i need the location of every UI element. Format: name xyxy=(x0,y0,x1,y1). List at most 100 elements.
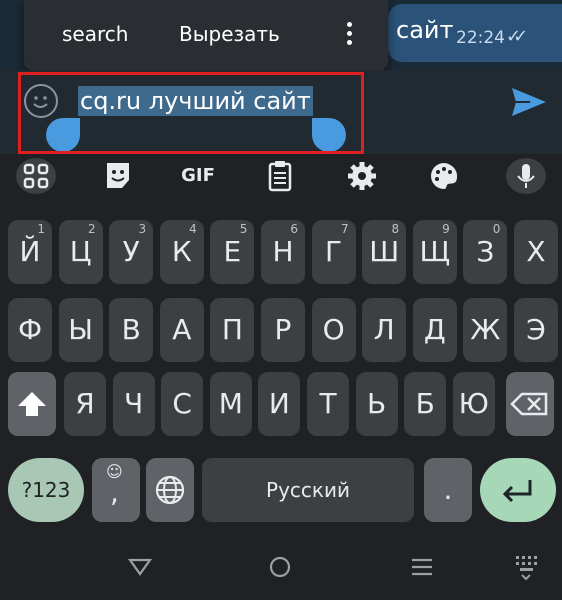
key-9-r1-label: З xyxy=(476,235,495,268)
key-0-r1[interactable]: Й1 xyxy=(8,220,52,284)
key-0-r3[interactable]: Я xyxy=(64,372,106,436)
key-6-r3-label: Ь xyxy=(366,387,387,420)
key-2-r3-label: С xyxy=(172,387,192,420)
key-4-r2[interactable]: П xyxy=(210,298,255,362)
key-0-r1-hint: 1 xyxy=(37,222,45,236)
key-2-r2[interactable]: В xyxy=(109,298,154,362)
key-3-r1-hint: 4 xyxy=(189,222,197,236)
key-5-r3[interactable]: Т xyxy=(307,372,349,436)
gif-icon[interactable]: GIF xyxy=(178,158,218,194)
key-5-r3-label: Т xyxy=(319,387,337,420)
key-4-r1-hint: 5 xyxy=(239,222,248,236)
microphone-icon[interactable] xyxy=(506,158,546,194)
key-0-r2[interactable]: Ф xyxy=(8,298,52,362)
comma-key[interactable]: ☺ , xyxy=(92,458,140,522)
key-7-r1-hint: 8 xyxy=(391,222,400,236)
key-5-r1-hint: 6 xyxy=(290,222,298,236)
clipboard-icon[interactable] xyxy=(260,158,300,194)
settings-icon[interactable] xyxy=(342,158,382,194)
key-1-r3-label: Ч xyxy=(123,387,144,420)
space-key[interactable]: Русский xyxy=(202,458,414,522)
key-3-r1[interactable]: К4 xyxy=(159,220,204,284)
key-0-r1-label: Й xyxy=(19,235,41,268)
key-4-r1[interactable]: Е5 xyxy=(210,220,255,284)
key-2-r1[interactable]: У3 xyxy=(109,220,154,284)
shift-key[interactable] xyxy=(8,372,56,436)
key-8-r2[interactable]: Д xyxy=(412,298,457,362)
key-4-r3[interactable]: И xyxy=(258,372,301,436)
key-3-r2-label: А xyxy=(172,313,192,346)
key-7-r2[interactable]: Л xyxy=(362,298,407,362)
recents-icon[interactable] xyxy=(402,552,442,588)
key-0-r3-label: Я xyxy=(75,387,95,420)
key-2-r1-label: У xyxy=(122,235,140,268)
key-6-r3[interactable]: Ь xyxy=(355,372,398,436)
backspace-key[interactable] xyxy=(506,372,554,436)
key-9-r2-label: Ж xyxy=(470,313,501,346)
key-4-r1-label: Е xyxy=(223,235,242,268)
key-6-r2-label: О xyxy=(322,313,345,346)
key-4-r3-label: И xyxy=(268,387,290,420)
key-8-r1-label: Щ xyxy=(419,235,451,268)
key-5-r1[interactable]: Н6 xyxy=(261,220,305,284)
key-6-r2[interactable]: О xyxy=(311,298,356,362)
keyboard-switch-icon[interactable] xyxy=(506,552,546,588)
key-5-r2[interactable]: Р xyxy=(261,298,305,362)
key-3-r3[interactable]: М xyxy=(209,372,252,436)
key-10-r1[interactable]: Х xyxy=(514,220,558,284)
read-checks-icon: ✓✓ xyxy=(506,26,528,47)
send-icon[interactable] xyxy=(508,86,548,118)
language-key[interactable] xyxy=(146,458,194,522)
key-4-r2-label: П xyxy=(221,313,243,346)
key-1-r1-hint: 2 xyxy=(87,222,96,236)
key-10-r2-label: Э xyxy=(526,313,546,346)
key-8-r3[interactable]: Ю xyxy=(452,372,495,436)
key-8-r2-label: Д xyxy=(423,313,446,346)
key-7-r2-label: Л xyxy=(373,313,395,346)
key-8-r1-hint: 9 xyxy=(442,222,450,236)
symbols-key[interactable]: ?123 xyxy=(8,458,84,522)
key-6-r1[interactable]: Г7 xyxy=(311,220,356,284)
key-0-r2-label: Ф xyxy=(17,313,43,346)
key-1-r3[interactable]: Ч xyxy=(112,372,155,436)
key-7-r1[interactable]: Ш8 xyxy=(362,220,407,284)
key-3-r3-label: М xyxy=(218,387,243,420)
key-3-r1-label: К xyxy=(171,235,192,268)
key-2-r1-hint: 3 xyxy=(138,222,147,236)
key-8-r1[interactable]: Щ9 xyxy=(412,220,457,284)
key-1-r1[interactable]: Ц2 xyxy=(58,220,103,284)
palette-icon[interactable] xyxy=(424,158,464,194)
text-selection-menu: search Вырезать xyxy=(24,0,388,70)
key-7-r3[interactable]: Б xyxy=(404,372,447,436)
highlight-box xyxy=(18,72,364,154)
key-9-r2[interactable]: Ж xyxy=(463,298,508,362)
period-key[interactable]: . xyxy=(424,458,472,522)
key-10-r2[interactable]: Э xyxy=(514,298,558,362)
back-icon[interactable] xyxy=(120,552,160,588)
key-3-r2[interactable]: А xyxy=(159,298,204,362)
enter-key[interactable] xyxy=(480,458,556,522)
key-2-r3[interactable]: С xyxy=(161,372,204,436)
menu-item-search[interactable]: search xyxy=(62,22,128,46)
key-1-r2-label: Ы xyxy=(68,313,93,346)
message-bubble[interactable]: сайт 22:24 ✓✓ xyxy=(388,4,562,62)
more-options-icon[interactable] xyxy=(342,22,356,50)
key-1-r1-label: Ц xyxy=(69,235,92,268)
key-1-r2[interactable]: Ы xyxy=(58,298,103,362)
message-text: сайт xyxy=(396,16,454,44)
comma-label: , xyxy=(110,476,119,509)
home-icon[interactable] xyxy=(260,552,300,588)
menu-item-cut[interactable]: Вырезать xyxy=(179,22,280,46)
key-6-r1-label: Г xyxy=(325,235,343,268)
sticker-icon[interactable] xyxy=(98,158,138,194)
key-9-r1-hint: 0 xyxy=(492,222,501,236)
key-5-r1-label: Н xyxy=(272,235,294,268)
message-time: 22:24 xyxy=(456,28,505,48)
key-7-r1-label: Ш xyxy=(369,235,400,268)
apps-grid-icon[interactable] xyxy=(16,158,56,194)
key-9-r1[interactable]: З0 xyxy=(463,220,508,284)
key-6-r1-hint: 7 xyxy=(340,222,349,236)
key-2-r2-label: В xyxy=(121,313,141,346)
key-8-r3-label: Ю xyxy=(458,387,489,420)
key-5-r2-label: Р xyxy=(274,313,292,346)
